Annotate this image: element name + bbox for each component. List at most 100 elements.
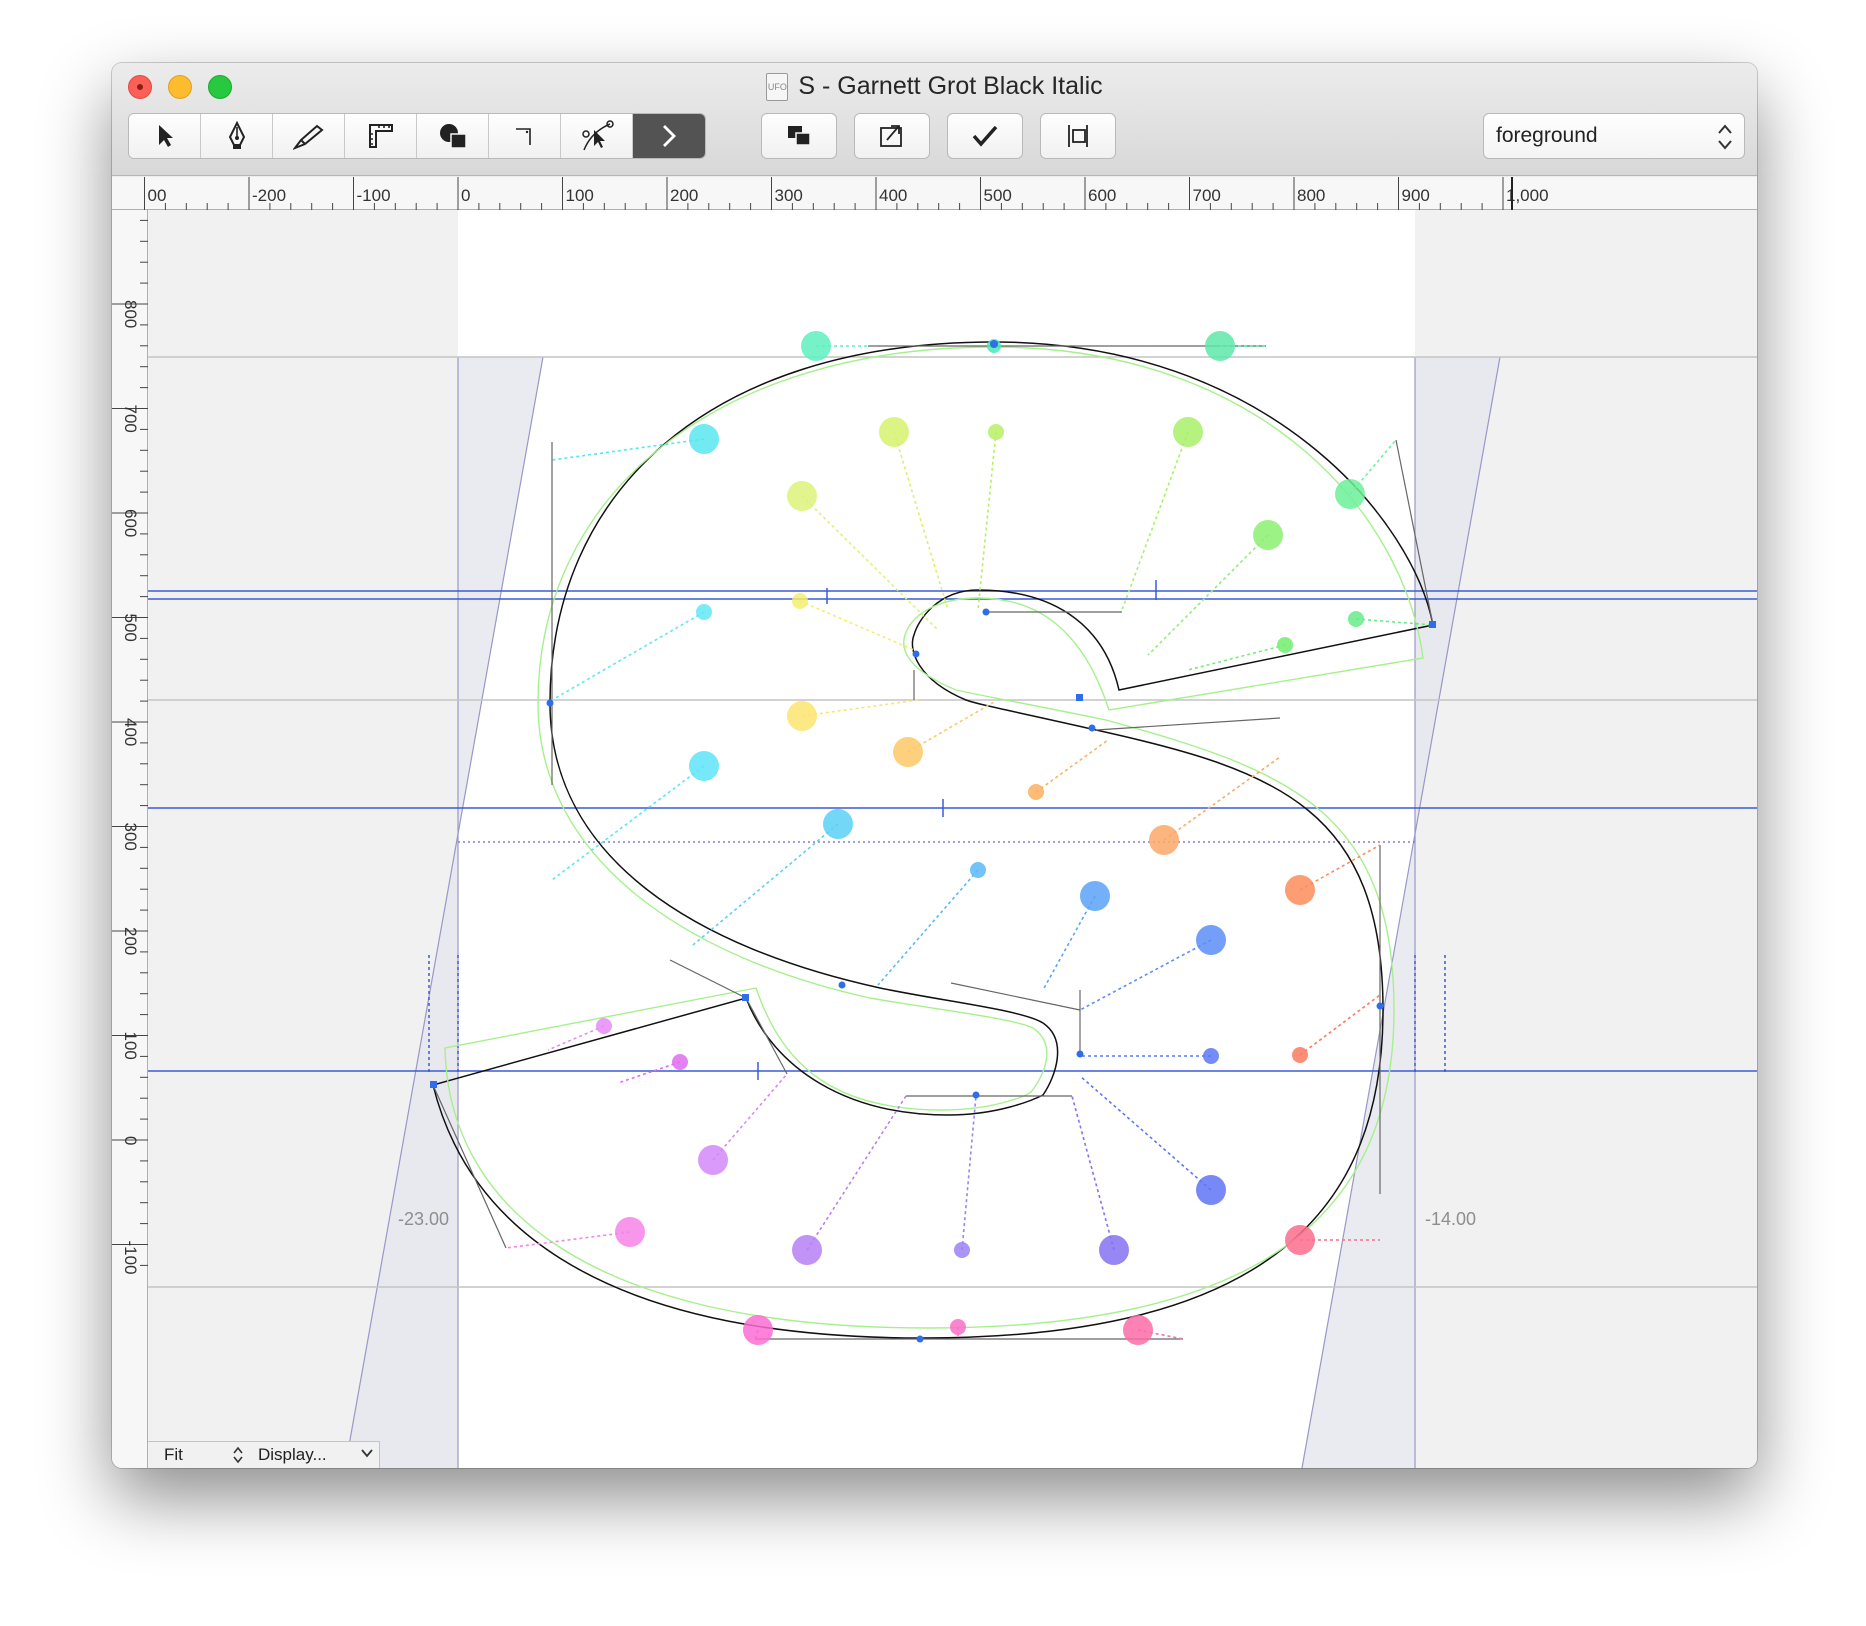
chevron-right-icon <box>663 125 676 147</box>
ruler-label: 300 <box>121 823 140 851</box>
metrics-button[interactable] <box>1040 113 1116 159</box>
curvature-dot <box>1285 875 1315 905</box>
curvature-dot <box>1123 1315 1153 1345</box>
advance-width-area <box>458 210 1415 1468</box>
ufo-document-icon: UFO <box>766 72 789 101</box>
ruler-tool-button[interactable] <box>345 114 417 158</box>
ruler-label: 700 <box>1193 186 1221 205</box>
curvature-dot <box>1196 1175 1226 1205</box>
up-down-arrows-icon <box>233 1446 243 1464</box>
curvature-dot <box>689 424 719 454</box>
glyph-canvas[interactable]: -23.00 -14.00 <box>148 210 1757 1468</box>
pen-nib-icon <box>228 121 245 149</box>
ruler-label: 400 <box>879 186 907 205</box>
curvature-dot <box>672 1054 688 1070</box>
curvature-dot <box>879 417 909 447</box>
overlap-icon <box>788 126 811 146</box>
zoom-popup[interactable]: Fit <box>164 1445 183 1465</box>
left-margin-value[interactable]: -23.00 <box>398 1209 449 1229</box>
ruler-label: 800 <box>1297 186 1325 205</box>
ruler-label: -200 <box>252 186 286 205</box>
export-button[interactable] <box>854 113 930 159</box>
curvature-dot <box>787 481 817 511</box>
layer-popup[interactable]: foreground <box>1483 113 1745 159</box>
curvature-dot <box>743 1315 773 1345</box>
curvature-dot <box>596 1018 612 1034</box>
curvature-dot <box>1335 479 1365 509</box>
curvature-dot <box>1080 881 1110 911</box>
curvature-dot <box>988 424 1004 440</box>
curvature-dot <box>698 1145 728 1175</box>
ruler-label: 900 <box>1402 186 1430 205</box>
curvature-dot <box>1285 1225 1315 1255</box>
overlap-button[interactable] <box>761 113 837 159</box>
curvature-dot <box>893 737 923 767</box>
ruler-label: 600 <box>1088 186 1116 205</box>
display-menu[interactable]: Display... <box>258 1445 327 1465</box>
corner-icon <box>515 128 531 145</box>
ruler-label: -100 <box>121 1241 140 1275</box>
curvature-dot <box>1099 1235 1129 1265</box>
shapes-tool-button[interactable] <box>417 114 489 158</box>
glyph-editor-window: UFO S - Garnett Grot Black Italic foregr… <box>112 63 1757 1468</box>
ruler-label: 00 <box>148 186 167 205</box>
curvature-dot <box>615 1217 645 1247</box>
ruler-label: 700 <box>121 405 140 433</box>
horizontal-ruler-scale: 00 -200 -100 0 100 200 300 400 500 600 700 800 900 1,… <box>144 177 1549 210</box>
doc-icon-label: UFO <box>767 81 787 92</box>
pointer-tool-button[interactable] <box>129 114 201 158</box>
horizontal-ruler[interactable]: 00 -200 -100 0 100 200 300 400 500 600 700 800 900 1,… <box>112 177 1757 210</box>
export-icon <box>880 125 902 147</box>
curvature-dot <box>801 331 831 361</box>
curvature-dot <box>792 1235 822 1265</box>
curvature-dot <box>823 809 853 839</box>
knife-icon <box>292 124 324 150</box>
curvature-dot <box>950 1319 966 1335</box>
layer-popup-value: foreground <box>1496 124 1598 147</box>
validate-button[interactable] <box>947 113 1023 159</box>
tool-segmented-control <box>128 113 706 159</box>
curvature-dot <box>792 593 808 609</box>
ruler-label: 400 <box>121 718 140 746</box>
ruler-label: 200 <box>121 927 140 955</box>
knife-tool-button[interactable] <box>273 114 345 158</box>
right-margin-value[interactable]: -14.00 <box>1425 1209 1476 1229</box>
corner-tool-button[interactable] <box>489 114 561 158</box>
ruler-label: 0 <box>461 186 470 205</box>
ruler-label: 100 <box>121 1032 140 1060</box>
vertical-ruler[interactable]: 800 700 600 500 400 300 200 100 0 -100 <box>112 210 148 1468</box>
ruler-label: 500 <box>984 186 1012 205</box>
curvature-dot <box>1277 637 1293 653</box>
curvature-dot <box>1348 611 1364 627</box>
curvature-dot <box>1173 417 1203 447</box>
node-pointer-icon <box>581 120 614 151</box>
titlebar: UFO S - Garnett Grot Black Italic foregr… <box>112 63 1757 176</box>
checkmark-icon <box>972 125 998 147</box>
window-title: S - Garnett Grot Black Italic <box>798 72 1103 100</box>
node-tool-button[interactable] <box>561 114 633 158</box>
curvature-dot <box>689 751 719 781</box>
canvas-bottom-bar: Fit Display... <box>148 1441 380 1468</box>
chevron-down-icon <box>361 1449 373 1458</box>
more-tools-button[interactable] <box>633 114 705 158</box>
ruler-label: -100 <box>357 186 391 205</box>
shapes-icon <box>439 124 467 149</box>
curvature-dot <box>1149 825 1179 855</box>
ruler-label: 200 <box>670 186 698 205</box>
ruler-label: 500 <box>121 614 140 642</box>
arrow-pointer-icon <box>158 125 173 147</box>
curvature-dot <box>954 1242 970 1258</box>
sidebearing-icon <box>1068 125 1088 147</box>
curvature-dot <box>787 701 817 731</box>
ruler-icon <box>368 124 393 148</box>
curvature-dot <box>1253 520 1283 550</box>
curvature-dot <box>1196 925 1226 955</box>
ruler-label: 800 <box>121 300 140 328</box>
curvature-dot <box>970 862 986 878</box>
ruler-label: 0 <box>121 1136 140 1145</box>
glyph-canvas-svg: -23.00 -14.00 <box>148 210 1757 1468</box>
curvature-dot <box>1292 1047 1308 1063</box>
ruler-label: 300 <box>775 186 803 205</box>
curvature-dot <box>1205 331 1235 361</box>
pen-tool-button[interactable] <box>201 114 273 158</box>
